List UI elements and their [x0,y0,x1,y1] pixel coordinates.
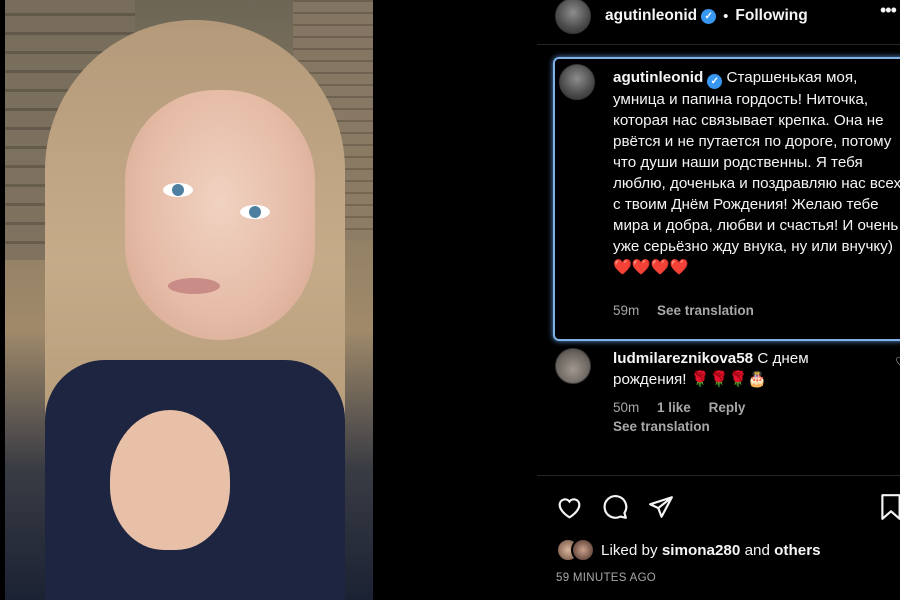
post-photo[interactable] [5,0,373,600]
comment-translation: See translation [613,419,724,434]
comment-likes[interactable]: 1 like [657,400,691,415]
caption-username[interactable]: agutinleonid [613,69,703,86]
post-header: agutinleonid ✓ • Following [555,0,808,38]
following-button[interactable]: Following [735,7,807,25]
liker-avatar-2[interactable] [571,538,595,562]
bookmark-icon[interactable] [880,493,900,521]
share-icon[interactable] [647,493,675,521]
caption-meta: 59m See translation [613,303,768,318]
actions-divider [537,475,900,476]
comment-time: 50m [613,400,640,415]
comment-text-block: ludmilareznikova58 С днем рождения! 🌹🌹🌹🎂 [613,348,868,390]
post-actions [555,490,693,524]
comment-emoji: 🌹🌹🌹🎂 [690,371,767,388]
liked-by-and: and [744,541,770,559]
caption-see-translation[interactable]: See translation [657,303,754,318]
photo-eye-left [163,183,193,197]
caption-text: Старшенькая моя, умница и папина гордост… [613,69,900,255]
comment-see-translation[interactable]: See translation [613,419,710,434]
post-timestamp: 59 MINUTES AGO [556,572,657,584]
heart-icon[interactable] [555,493,583,521]
caption-time: 59m [613,303,640,318]
liked-by-prefix: Liked by [601,541,658,559]
next-comment-partial [555,462,755,472]
comment-icon[interactable] [601,493,629,521]
photo-clothing-cutout [110,410,230,550]
header-divider [537,44,900,45]
photo-eye-right [240,205,270,219]
liked-by-row: Liked by simona280 and others [556,538,821,562]
caption-author-avatar[interactable] [559,64,595,100]
header-separator: • [723,7,729,25]
liked-by-text: Liked by simona280 and others [601,542,821,559]
author-username[interactable]: agutinleonid [605,7,697,25]
comment-like-heart-icon[interactable]: ♡ [895,354,900,371]
author-avatar[interactable] [555,0,591,34]
caption-text-block: agutinleonid ✓ Старшенькая моя, умница и … [613,67,900,278]
caption-block: agutinleonid ✓ Старшенькая моя, умница и … [553,57,900,341]
verified-icon: ✓ [701,8,717,24]
caption-verified-icon: ✓ [707,74,723,89]
photo-lips [168,278,220,294]
photo-face [125,90,315,340]
comment-meta: 50m 1 like Reply [613,400,759,415]
comment-reply[interactable]: Reply [709,400,746,415]
commenter-avatar[interactable] [555,348,591,384]
liked-by-others[interactable]: others [774,542,820,559]
caption-emoji: ❤️❤️❤️❤️ [613,259,689,276]
more-icon[interactable]: ••• [880,0,897,21]
commenter-username[interactable]: ludmilareznikova58 [613,350,753,367]
liked-by-user[interactable]: simona280 [662,542,741,559]
